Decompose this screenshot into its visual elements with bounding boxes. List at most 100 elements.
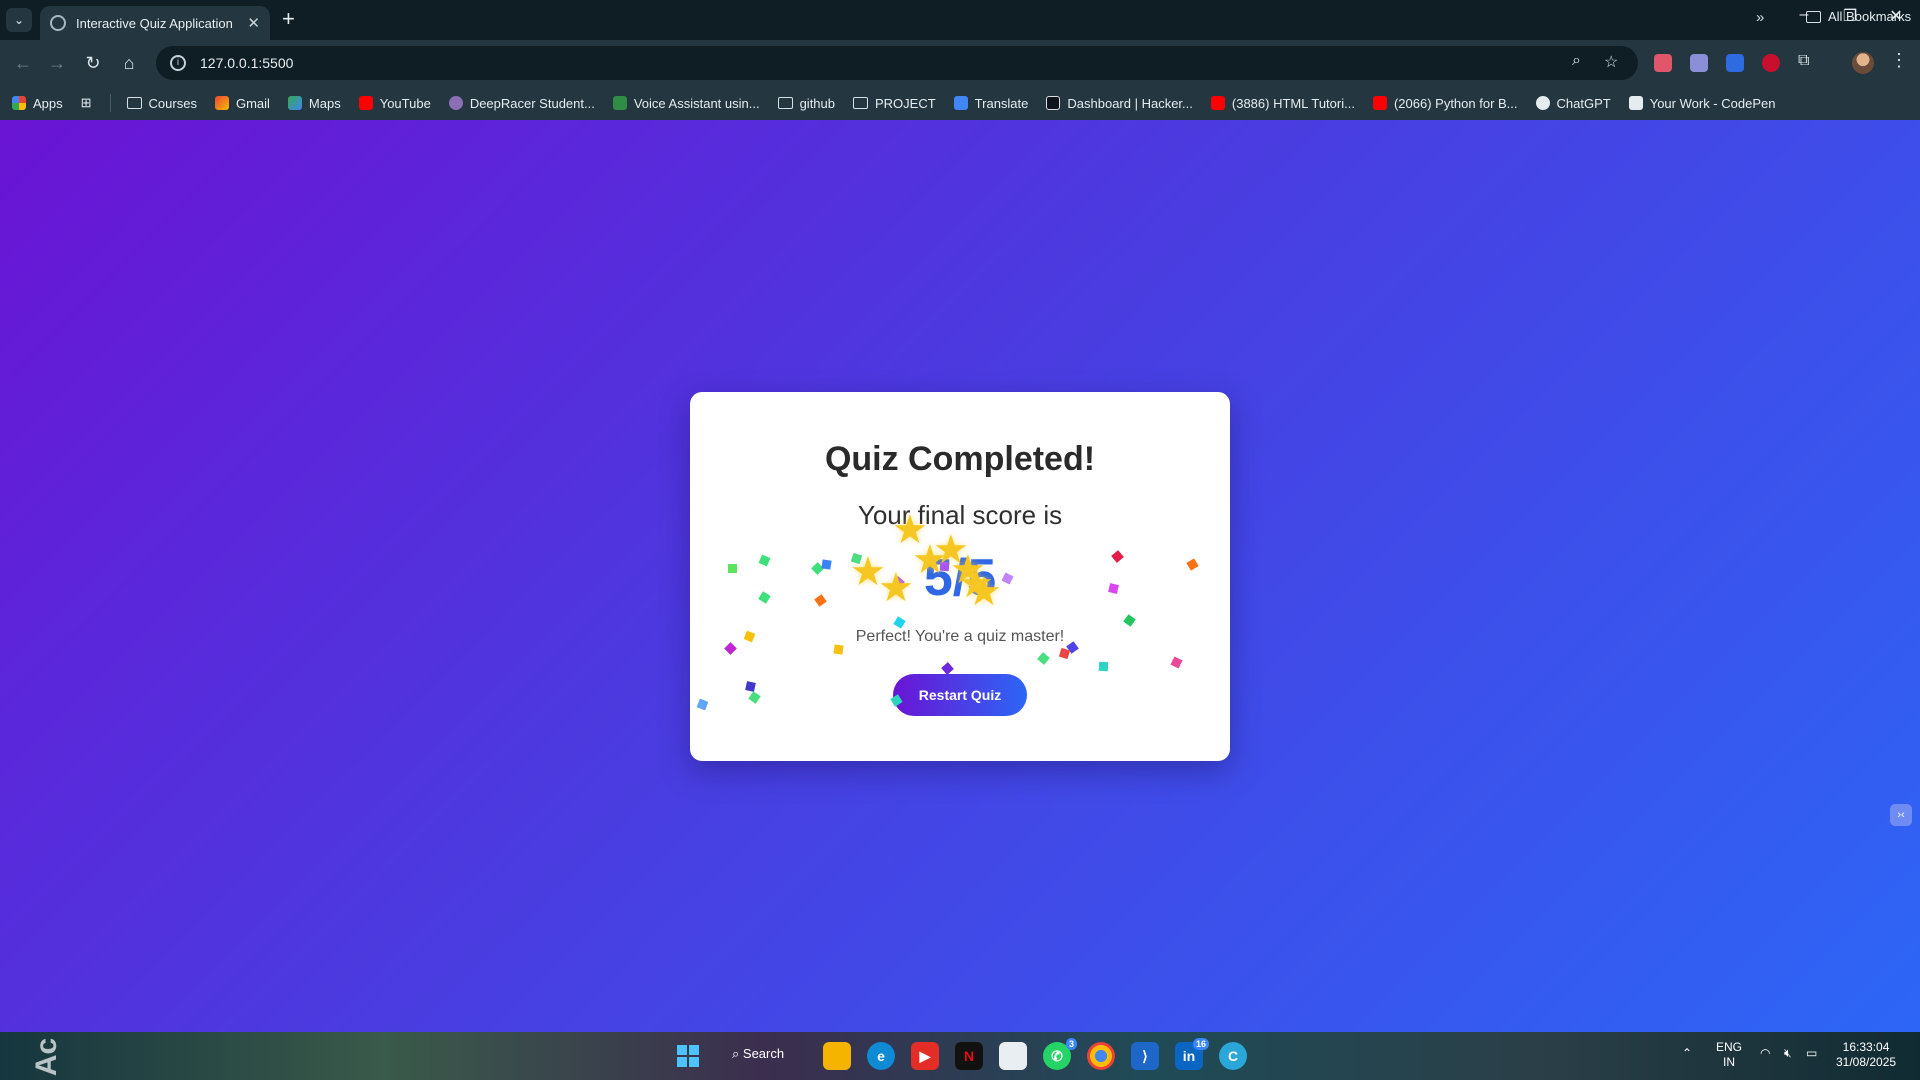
bookmark-label: Translate — [974, 95, 1029, 111]
whatsapp-icon[interactable]: ✆ 3 — [1043, 1038, 1077, 1070]
bookmark-label: Gmail — [235, 95, 270, 111]
url-text: 127.0.0.1:5500 — [200, 55, 294, 71]
browser-toolbar: ← → ↻ ⌂ i 127.0.0.1:5500 ⌕ ☆ ⧉ ⋮ — [0, 40, 1920, 86]
hackerrank-icon — [1046, 96, 1061, 110]
clock-date: 31/08/2025 — [1836, 1055, 1897, 1069]
bookmark-label: (3886) HTML Tutori... — [1231, 95, 1355, 111]
bookmark-star-icon[interactable]: ☆ — [1604, 52, 1618, 72]
bookmark-courses[interactable]: Courses — [126, 96, 197, 111]
extension-cast-icon[interactable] — [1654, 54, 1672, 72]
folder-icon — [777, 97, 793, 109]
confetti-piece — [1123, 614, 1136, 627]
volume-muted-icon[interactable]: 🔇︎ — [1784, 1046, 1792, 1061]
language-text: ENG — [1716, 1040, 1743, 1054]
zoom-icon[interactable]: ⌕ — [1572, 52, 1581, 70]
codepen-icon — [1628, 96, 1643, 110]
gmail-icon — [214, 96, 229, 110]
extensions-puzzle-icon[interactable]: ⧉ — [1798, 52, 1809, 70]
confetti-piece — [748, 691, 761, 704]
bookmark-youtube[interactable]: YouTube — [358, 95, 431, 111]
bookmark-chatgpt[interactable]: ChatGPT — [1535, 96, 1611, 111]
bookmark-label: Maps — [308, 95, 341, 111]
battery-icon[interactable]: ▭ — [1806, 1046, 1817, 1061]
forward-arrow-icon[interactable]: → — [44, 50, 70, 76]
gfg-icon — [612, 96, 627, 110]
tab-close-icon[interactable]: ✕ — [247, 14, 260, 32]
taskbar-search-label: Search — [742, 1046, 785, 1061]
taskbar-wallpaper-text: Ac — [30, 1037, 64, 1077]
tab-search-button[interactable]: ⌄ — [6, 8, 32, 32]
bookmark-3886-html-tutori[interactable]: (3886) HTML Tutori... — [1210, 95, 1355, 111]
address-bar[interactable]: i 127.0.0.1:5500 — [156, 46, 1638, 80]
file-explorer-icon[interactable] — [823, 1042, 851, 1070]
bookmark-label: github — [799, 95, 835, 111]
apps-icon — [12, 96, 26, 110]
extension-video-icon[interactable] — [1726, 54, 1744, 72]
tab-title: Interactive Quiz Application — [76, 15, 233, 31]
confetti-piece — [696, 698, 709, 711]
confetti-piece — [941, 662, 954, 675]
edge-icon[interactable]: e — [867, 1042, 895, 1070]
bookmark-apps[interactable]: Apps — [12, 96, 63, 111]
new-tab-button[interactable]: + — [282, 6, 295, 32]
whatsapp-badge: 3 — [1065, 1038, 1077, 1050]
bookmark-translate[interactable]: Translate — [953, 95, 1029, 111]
youtube-icon — [358, 96, 373, 110]
site-info-icon[interactable]: i — [170, 55, 186, 71]
chatgpt-icon — [1535, 96, 1550, 110]
clock-time: 16:33:04 — [1842, 1040, 1890, 1054]
confetti-piece — [1058, 647, 1071, 660]
confetti-piece — [833, 644, 844, 655]
extension-block-icon[interactable] — [1762, 54, 1780, 72]
all-bookmarks-label: All Bookmarks — [1828, 9, 1912, 24]
clock[interactable]: 16:33:04 31/08/2025 — [1836, 1040, 1896, 1070]
back-arrow-icon[interactable]: ← — [10, 50, 36, 76]
site-icon — [448, 96, 463, 110]
restart-quiz-button[interactable]: Restart Quiz — [893, 674, 1027, 716]
vscode-icon[interactable]: ⟩ — [1131, 1042, 1159, 1070]
tab-active[interactable]: Interactive Quiz Application ✕ — [40, 6, 270, 40]
taskbar-search[interactable]: ⌕ Search — [732, 1046, 784, 1062]
bookmark-voice-assistant-usin[interactable]: Voice Assistant usin... — [612, 96, 760, 111]
home-icon[interactable]: ⌂ — [116, 50, 142, 76]
netflix-icon[interactable]: N — [955, 1042, 983, 1070]
copilot-icon[interactable]: C — [1219, 1042, 1247, 1070]
bookmark-dashboard-hacker[interactable]: Dashboard | Hacker... — [1046, 96, 1193, 111]
confetti-piece — [1037, 652, 1050, 665]
confetti-piece — [1170, 656, 1183, 669]
bookmark-label: PROJECT — [875, 95, 936, 111]
wifi-icon[interactable]: ◠ — [1760, 1046, 1770, 1061]
reload-icon[interactable]: ↻ — [80, 50, 106, 76]
windows-start-icon[interactable] — [674, 1042, 702, 1070]
linkedin-icon[interactable]: in 16 — [1175, 1038, 1209, 1070]
bookmark-label: YouTube — [379, 95, 431, 111]
side-panel-widget-icon[interactable]: ›‹ — [1890, 804, 1912, 826]
star-icon: ★ — [966, 570, 1002, 614]
bookmark-maps[interactable]: Maps — [287, 95, 341, 111]
confetti-piece — [728, 564, 737, 573]
more-bookmarks-icon[interactable]: » — [1756, 9, 1764, 26]
result-message: Perfect! You're a quiz master! — [855, 628, 1065, 645]
bookmark-label: (2066) Python for B... — [1393, 95, 1518, 111]
language-indicator[interactable]: ENG IN — [1716, 1040, 1742, 1070]
bookmark-project[interactable]: PROJECT — [853, 96, 936, 111]
tray-overflow-icon[interactable]: ⌃ — [1682, 1046, 1692, 1061]
score-subtitle: Your final score is — [857, 500, 1063, 530]
confetti-piece — [1098, 661, 1109, 672]
menu-kebab-icon[interactable]: ⋮ — [1890, 50, 1908, 71]
tab-strip: ⌄ Interactive Quiz Application ✕ + – ❐ ✕ — [0, 0, 1920, 40]
chrome-icon[interactable] — [1087, 1042, 1115, 1070]
bookmark-your-work-codepen[interactable]: Your Work - CodePen — [1628, 96, 1775, 111]
all-bookmarks-button[interactable]: All Bookmarks — [1806, 9, 1911, 24]
store-icon[interactable] — [999, 1042, 1027, 1070]
bookmark-github[interactable]: github — [777, 95, 835, 111]
bookmark-deepracer-student[interactable]: DeepRacer Student... — [448, 96, 595, 111]
bookmark-2066-python-for-b[interactable]: (2066) Python for B... — [1372, 95, 1518, 111]
extension-icon[interactable] — [1690, 54, 1708, 72]
bookmarks-bar: Apps ⊞ Courses Gmail Maps YouTube DeepRacer St… — [0, 86, 1920, 120]
folder-icon — [1806, 10, 1821, 23]
youtube-app-icon[interactable]: ▶ — [911, 1042, 939, 1070]
tab-groups-icon[interactable]: ⊞ — [81, 95, 92, 111]
profile-avatar[interactable] — [1852, 52, 1874, 74]
bookmark-gmail[interactable]: Gmail — [214, 95, 270, 111]
